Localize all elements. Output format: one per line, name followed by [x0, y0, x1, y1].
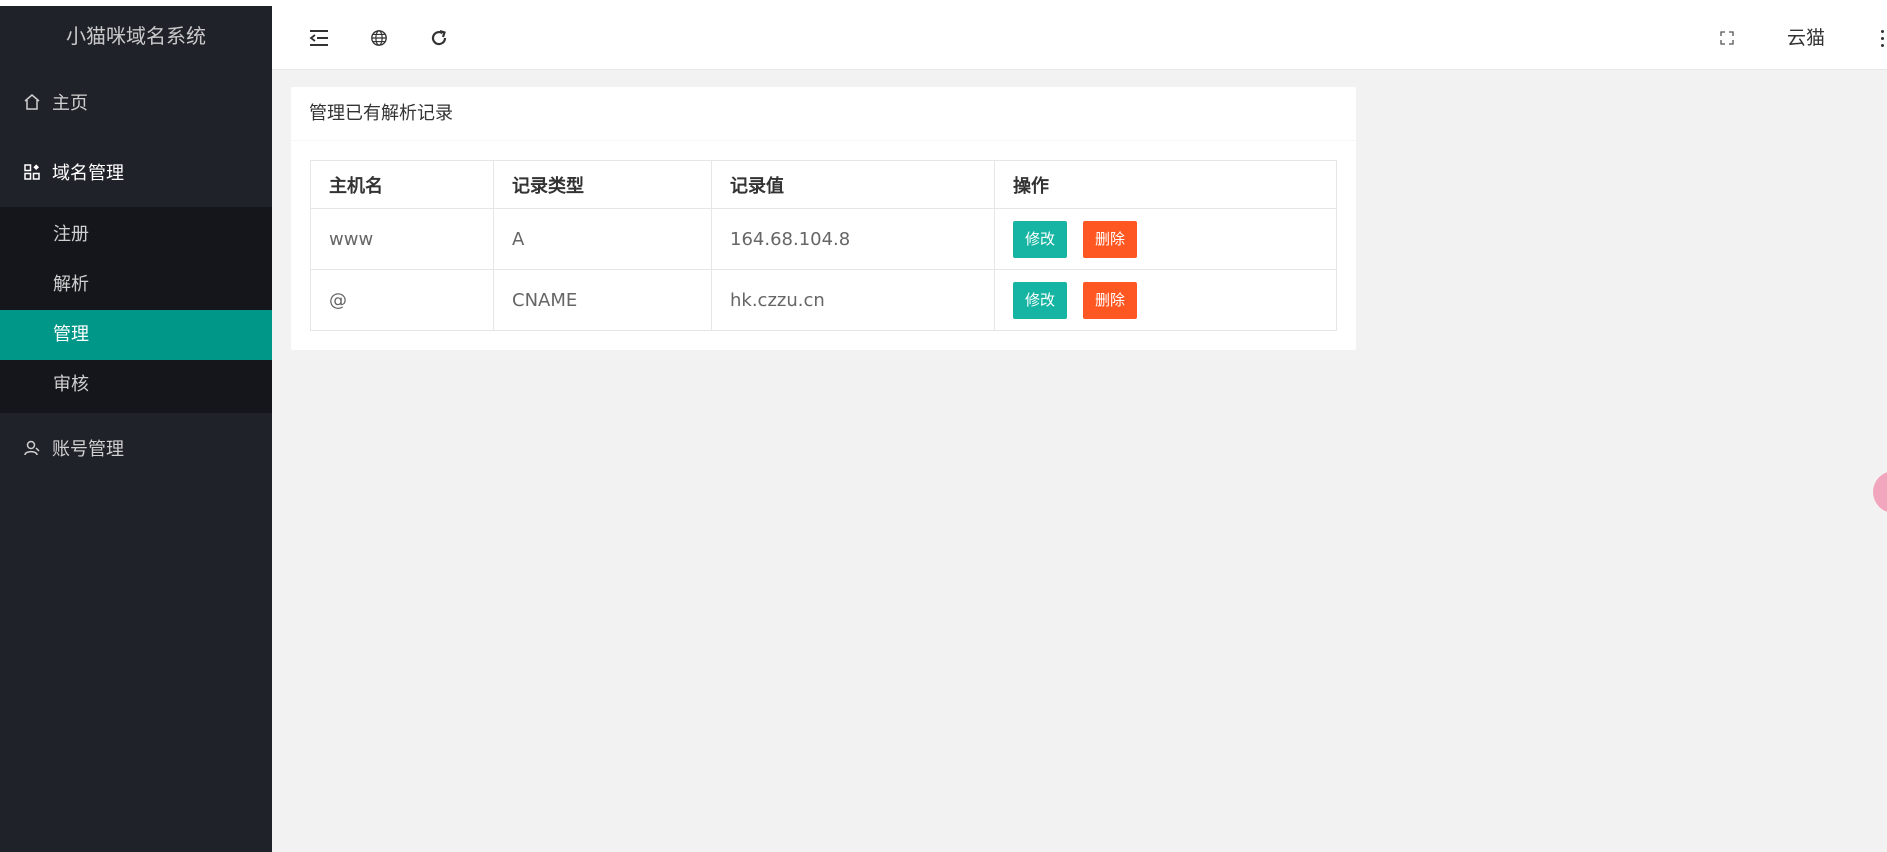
delete-button[interactable]: 删除 [1083, 281, 1138, 319]
card-title: 管理已有解析记录 [291, 87, 1356, 141]
sidebar-subitem-register[interactable]: 注册 [0, 210, 272, 260]
domain-submenu: 注册 解析 管理 审核 [0, 207, 272, 413]
user-icon [20, 436, 44, 460]
sidebar-item-home[interactable]: 主页 [0, 67, 272, 137]
user-name[interactable]: 云猫 [1787, 6, 1825, 70]
records-card: 管理已有解析记录 主机名 记录类型 记录值 操作 www A 164.68.10… [291, 87, 1356, 350]
sidebar-item-account-management[interactable]: 账号管理 [0, 413, 272, 483]
more-vertical-icon[interactable] [1872, 20, 1887, 56]
cell-type: A [493, 208, 712, 270]
cell-value: hk.czzu.cn [711, 269, 995, 331]
cell-actions: 修改 删除 [994, 269, 1337, 331]
table-row: @ CNAME hk.czzu.cn 修改 删除 [310, 269, 1337, 331]
floating-assistant-button[interactable] [1873, 471, 1887, 513]
table-header-row: 主机名 记录类型 记录值 操作 [310, 160, 1337, 209]
sidebar-subitem-resolve[interactable]: 解析 [0, 260, 272, 310]
cell-host: www [310, 208, 494, 270]
cell-host: @ [310, 269, 494, 331]
cell-type: CNAME [493, 269, 712, 331]
sidebar-subitem-review[interactable]: 审核 [0, 360, 272, 410]
table-row: www A 164.68.104.8 修改 删除 [310, 208, 1337, 270]
cell-actions: 修改 删除 [994, 208, 1337, 270]
sidebar-subitem-manage[interactable]: 管理 [0, 310, 272, 360]
sidebar-item-label: 账号管理 [52, 439, 124, 460]
edit-button[interactable]: 修改 [1013, 220, 1068, 258]
app-logo[interactable]: 小猫咪域名系统 [0, 6, 272, 67]
sidebar-item-label: 域名管理 [52, 163, 124, 184]
grid-apps-icon [20, 160, 44, 184]
delete-button[interactable]: 删除 [1083, 220, 1138, 258]
records-table: 主机名 记录类型 记录值 操作 www A 164.68.104.8 修改 删除 … [310, 160, 1337, 331]
globe-icon[interactable] [361, 20, 397, 56]
fullscreen-icon[interactable] [1709, 20, 1745, 56]
edit-button[interactable]: 修改 [1013, 281, 1068, 319]
sidebar-item-domain-management[interactable]: 域名管理 [0, 137, 272, 207]
column-header-host: 主机名 [310, 160, 494, 209]
home-icon [20, 90, 44, 114]
cell-value: 164.68.104.8 [711, 208, 995, 270]
column-header-value: 记录值 [711, 160, 995, 209]
indent-icon[interactable] [301, 20, 337, 56]
column-header-type: 记录类型 [493, 160, 712, 209]
top-header: 云猫 [272, 6, 1887, 70]
refresh-icon[interactable] [421, 20, 457, 56]
sidebar: 小猫咪域名系统 主页 域名管理 注册 解析 管理 审核 账号管理 [0, 6, 272, 852]
column-header-actions: 操作 [994, 160, 1337, 209]
sidebar-item-label: 主页 [52, 93, 88, 114]
